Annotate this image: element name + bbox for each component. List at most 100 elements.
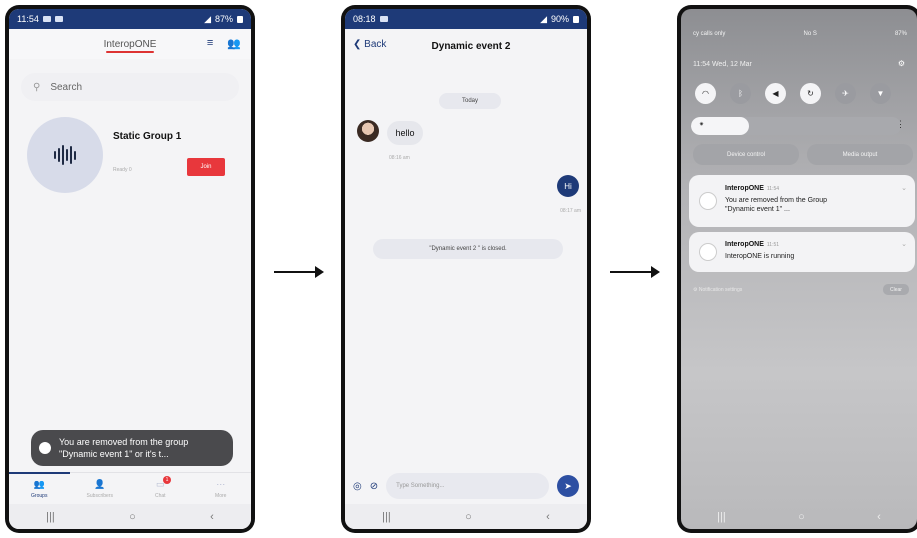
bluetooth-icon[interactable]: ᛒ (730, 83, 751, 104)
chevron-down-icon[interactable]: ⌄ (901, 240, 907, 248)
outgoing-message[interactable]: Hi (557, 175, 579, 197)
filter-lines-icon[interactable]: ≡ (207, 37, 213, 50)
notification-icon (379, 16, 388, 22)
removed-toast: You are removed from the group "Dynamic … (31, 430, 233, 466)
search-icon: ⚲ (33, 81, 41, 93)
system-nav: ||| ○ ‹ (9, 504, 251, 529)
auto-rotate-icon[interactable]: ↻ (800, 83, 821, 104)
flow-arrow-icon (610, 266, 660, 278)
system-nav: ||| ○ ‹ (681, 504, 917, 529)
message-composer: ◎ ⊘ Type Something... ➤ (345, 466, 587, 506)
brightness-slider[interactable]: ✷ (691, 117, 901, 135)
speaker-icon[interactable]: ◀ (765, 83, 786, 104)
phone-notification-shade: cy calls only No S 87% 11:54 Wed, 12 Mar… (677, 5, 917, 533)
logo-swoosh (105, 50, 155, 53)
paperclip-icon[interactable]: ⊘ (370, 481, 378, 492)
shade-date: 11:54 Wed, 12 Mar (693, 61, 752, 68)
sim-text: No S (803, 31, 817, 37)
chat-header: ❮ Back Dynamic event 2 (345, 29, 587, 63)
users-icon[interactable]: 👥 (227, 37, 241, 50)
location-icon[interactable]: ◎ (353, 481, 362, 492)
app-icon (39, 442, 51, 454)
battery-icon (237, 15, 243, 23)
status-bar: 11:54 ◢ 87% (9, 9, 251, 29)
group-status: Ready 0 (113, 167, 132, 173)
toast-text: You are removed from the group "Dynamic … (59, 437, 189, 459)
outgoing-time: 08:17 am (560, 208, 581, 214)
more-options-icon[interactable]: ⋮ (896, 119, 905, 130)
chat-screen: 08:18 ◢ 90% ❮ Back Dynamic event 2 Today … (345, 9, 587, 529)
back-icon[interactable]: ‹ (210, 511, 214, 523)
sender-avatar[interactable] (357, 120, 379, 142)
status-time: 08:18 (353, 14, 376, 24)
screenshot-flow: 11:54 ◢ 87% InteropONE ≡ 👥 ⚲ Search Stat… (0, 0, 917, 538)
more-icon: ⋯ (216, 478, 226, 489)
signal-icon: ◢ (204, 13, 211, 24)
message-input[interactable]: Type Something... (386, 473, 549, 499)
nav-groups[interactable]: 👥 Groups (9, 472, 70, 504)
notification-removed[interactable]: InteropONE 11:54 You are removed from the… (689, 175, 915, 227)
audio-wave-icon (27, 117, 103, 193)
battery-text: 87% (214, 14, 233, 24)
app-header: InteropONE ≡ 👥 (9, 29, 251, 59)
groups-icon: 👥 (33, 478, 45, 489)
notification-icon (42, 16, 51, 22)
group-card[interactable]: Static Group 1 Ready 0 Join (27, 117, 237, 197)
group-name: Static Group 1 (113, 131, 182, 142)
back-icon[interactable]: ‹ (877, 511, 881, 523)
media-output-button[interactable]: Media output (807, 144, 913, 165)
back-button[interactable]: ❮ Back (353, 39, 386, 50)
home-icon[interactable]: ○ (798, 511, 805, 523)
nav-subscribers[interactable]: 👤 Subscribers (70, 473, 131, 504)
back-icon[interactable]: ‹ (546, 511, 550, 523)
send-icon: ➤ (564, 480, 572, 491)
device-control-button[interactable]: Device control (693, 144, 799, 165)
app-logo: InteropONE (104, 39, 156, 53)
notification-icon (54, 16, 63, 22)
search-input[interactable]: ⚲ Search (21, 73, 239, 101)
gear-icon: ⚙ (693, 287, 698, 293)
notification-settings-link[interactable]: ⚙ Notification settings (693, 287, 742, 293)
send-button[interactable]: ➤ (557, 475, 579, 497)
flow-arrow-icon (274, 266, 324, 278)
nav-more[interactable]: ⋯ More (191, 473, 252, 504)
recents-icon[interactable]: ||| (46, 511, 55, 523)
subscribers-icon: 👤 (94, 478, 106, 489)
flashlight-icon[interactable]: ▼ (870, 83, 891, 104)
bottom-nav: 👥 Groups 👤 Subscribers ▭ 1 Chat ⋯ More (9, 472, 251, 504)
notification-shade: cy calls only No S 87% 11:54 Wed, 12 Mar… (681, 9, 917, 529)
battery-text: 87% (894, 31, 907, 37)
home-icon[interactable]: ○ (129, 511, 136, 523)
nav-chat[interactable]: ▭ 1 Chat (130, 473, 191, 504)
airplane-icon[interactable]: ✈ (835, 83, 856, 104)
phone-groups: 11:54 ◢ 87% InteropONE ≡ 👥 ⚲ Search Stat… (5, 5, 255, 533)
battery-text: 90% (550, 14, 569, 24)
notification-running[interactable]: InteropONE 11:51 InteropONE is running ⌄ (689, 232, 915, 272)
incoming-time: 08:16 am (389, 155, 410, 161)
wifi-icon[interactable]: ◠ (695, 83, 716, 104)
status-bar: 08:18 ◢ 90% (345, 9, 587, 29)
gear-icon[interactable]: ⚙ (898, 59, 905, 68)
date-separator: Today (439, 93, 501, 109)
status-time: 11:54 (17, 14, 39, 24)
join-button[interactable]: Join (187, 158, 225, 176)
clear-button[interactable]: Clear (883, 284, 909, 295)
incoming-message[interactable]: hello (387, 121, 423, 145)
search-placeholder: Search (50, 81, 83, 93)
closed-notice: "Dynamic event 2 " is closed. (373, 239, 563, 259)
app-icon (699, 192, 717, 210)
chevron-down-icon[interactable]: ⌄ (901, 184, 907, 192)
battery-icon (573, 15, 579, 23)
phone-chat: 08:18 ◢ 90% ❮ Back Dynamic event 2 Today … (341, 5, 591, 533)
recents-icon[interactable]: ||| (382, 511, 391, 523)
home-icon[interactable]: ○ (465, 511, 472, 523)
carrier-text: cy calls only (693, 31, 726, 37)
system-nav: ||| ○ ‹ (345, 504, 587, 529)
sun-icon: ✷ (699, 122, 705, 128)
signal-icon: ◢ (540, 13, 547, 24)
chevron-left-icon: ❮ (353, 39, 362, 50)
app-icon (699, 243, 717, 261)
groups-screen: 11:54 ◢ 87% InteropONE ≡ 👥 ⚲ Search Stat… (9, 9, 251, 529)
recents-icon[interactable]: ||| (717, 511, 726, 523)
quick-settings: ◠ ᛒ ◀ ↻ ✈ ▼ (695, 83, 891, 104)
